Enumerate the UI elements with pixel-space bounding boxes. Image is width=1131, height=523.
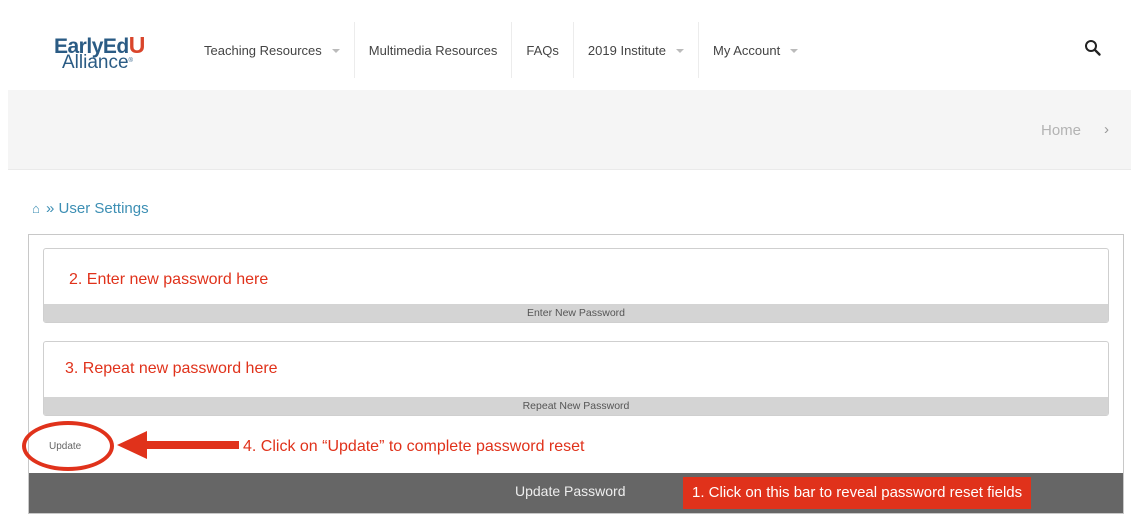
repeat-password-field: 3. Repeat new password here Repeat New P… <box>43 341 1109 416</box>
caret-down-icon <box>790 49 799 53</box>
main-nav: Teaching Resources Multimedia Resources … <box>190 22 812 78</box>
home-icon[interactable]: ⌂ <box>32 201 40 216</box>
update-button[interactable]: Update <box>49 441 81 452</box>
breadcrumb-home-link[interactable]: Home <box>1041 122 1081 139</box>
caret-down-icon <box>675 49 684 53</box>
breadcrumb-current[interactable]: User Settings <box>59 200 149 217</box>
new-password-label: Enter New Password <box>44 304 1108 322</box>
nav-item-multimedia-resources[interactable]: Multimedia Resources <box>355 22 513 78</box>
logo-line2: Alliance <box>62 52 129 73</box>
site-header: EarlyEdU Alliance® Teaching Resources Mu… <box>8 8 1131 90</box>
new-password-input[interactable] <box>44 249 1108 305</box>
search-icon[interactable] <box>1084 39 1102 57</box>
repeat-password-input[interactable] <box>44 342 1108 398</box>
chevron-right-icon: › <box>1104 121 1109 138</box>
update-password-label: Update Password <box>515 483 626 499</box>
logo-mark: ® <box>128 58 133 64</box>
nav-item-teaching-resources[interactable]: Teaching Resources <box>190 22 355 78</box>
update-password-bar[interactable]: Update Password 1. Click on this bar to … <box>29 473 1123 513</box>
nav-item-faqs[interactable]: FAQs <box>512 22 574 78</box>
breadcrumb-separator: » <box>46 200 55 217</box>
update-annotation: 4. Click on “Update” to complete passwor… <box>243 438 585 455</box>
nav-item-my-account[interactable]: My Account <box>699 22 812 78</box>
user-settings-panel: 2. Enter new password here Enter New Pas… <box>22 234 1124 514</box>
repeat-password-label: Repeat New Password <box>44 397 1108 415</box>
new-password-field: 2. Enter new password here Enter New Pas… <box>43 248 1109 323</box>
title-band: Home › <box>8 90 1131 170</box>
nav-item-2019-institute[interactable]: 2019 Institute <box>574 22 699 78</box>
update-bar-annotation: 1. Click on this bar to reveal password … <box>683 477 1032 509</box>
caret-down-icon <box>331 49 340 53</box>
page-breadcrumb: ⌂ » User Settings <box>32 200 149 217</box>
site-logo[interactable]: EarlyEdU Alliance® <box>54 32 164 73</box>
